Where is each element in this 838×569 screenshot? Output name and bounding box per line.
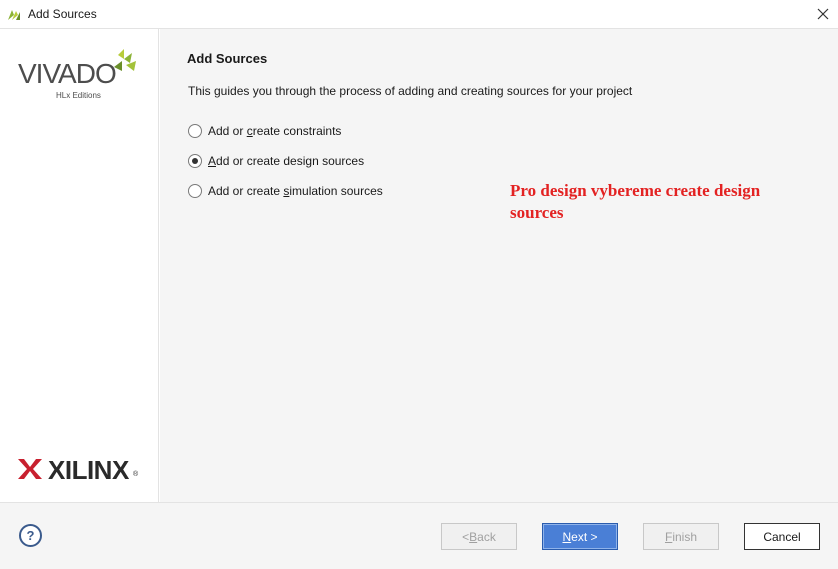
option-design-sources-label: Add or create design sources: [208, 154, 365, 168]
page-title: Add Sources: [187, 51, 268, 66]
option-constraints[interactable]: Add or create constraints: [188, 122, 341, 140]
radio-constraints[interactable]: [188, 124, 202, 138]
vivado-mark-icon: [114, 49, 136, 71]
xilinx-wordmark: XILINX: [48, 455, 129, 485]
vivado-edition-label: HLx Editions: [56, 91, 101, 100]
vivado-logo: VIVADO HLx Editions: [18, 49, 142, 105]
xilinx-mark-icon: [18, 459, 42, 479]
help-icon: ?: [26, 528, 35, 543]
help-button[interactable]: ?: [19, 524, 42, 547]
window-title: Add Sources: [28, 7, 97, 21]
vivado-wordmark: VIVADO: [18, 58, 117, 89]
radio-simulation-sources[interactable]: [188, 184, 202, 198]
next-button[interactable]: Next >: [542, 523, 618, 550]
wizard-content: Add Sources This guides you through the …: [160, 29, 838, 502]
registered-mark: ®: [133, 471, 139, 478]
option-design-sources[interactable]: Add or create design sources: [188, 152, 364, 170]
option-simulation-sources[interactable]: Add or create simulation sources: [188, 182, 383, 200]
title-bar: Add Sources: [0, 0, 838, 29]
radio-design-sources[interactable]: [188, 154, 202, 168]
cancel-button[interactable]: Cancel: [744, 523, 820, 550]
vivado-icon: [8, 10, 20, 20]
branding-panel: VIVADO HLx Editions XILINX ®: [0, 29, 159, 502]
option-constraints-label: Add or create constraints: [208, 124, 342, 138]
back-button[interactable]: < Back: [441, 523, 517, 550]
close-button[interactable]: [808, 0, 838, 28]
annotation-text: Pro design vybereme create design source…: [510, 181, 761, 222]
finish-button[interactable]: Finish: [643, 523, 719, 550]
xilinx-logo: XILINX ®: [18, 455, 142, 485]
page-description: This guides you through the process of a…: [188, 84, 633, 98]
close-icon: [817, 8, 829, 20]
button-bar: ? < Back Next > Finish Cancel: [0, 502, 838, 569]
option-simulation-sources-label: Add or create simulation sources: [208, 184, 383, 198]
